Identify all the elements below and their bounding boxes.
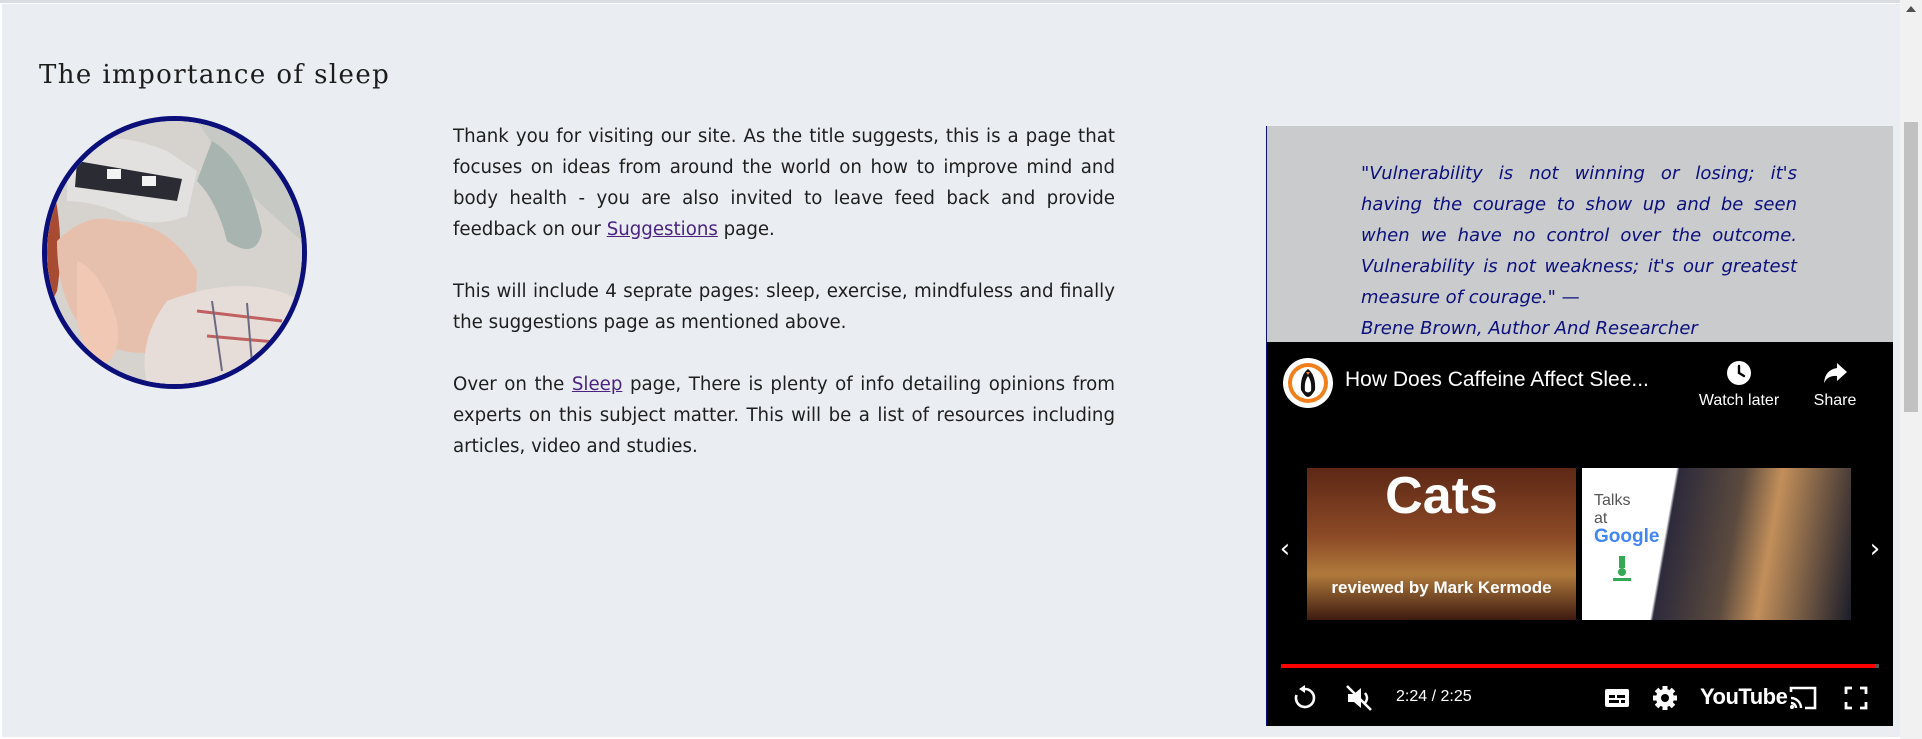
chevron-right-icon[interactable]: › [1863,534,1887,564]
scrollbar-thumb[interactable] [1904,122,1918,412]
sleep-avatar-image [42,116,307,389]
muted-speaker-icon[interactable] [1345,684,1375,712]
player-controls: 2:24 / 2:25 YouTube [1267,676,1893,720]
penguin-logo-icon[interactable] [1283,358,1333,408]
suggested-video-cats[interactable]: Cats reviewed by Mark Kermode [1307,468,1576,620]
page-title: The importance of sleep [39,60,391,90]
youtube-embed[interactable]: How Does Caffeine Affect Slee... Watch l… [1267,342,1893,726]
quote-video-panel: "Vulnerability is not winning or losing;… [1266,126,1893,726]
share-arrow-icon [1824,363,1847,383]
top-divider [0,0,1922,3]
cast-icon[interactable] [1787,684,1819,712]
intro-paragraph-3: Over on the Sleep page, There is plenty … [453,374,1115,457]
chevron-left-icon[interactable]: ‹ [1273,534,1297,564]
time-readout: 2:24 / 2:25 [1396,688,1472,705]
video-progress-bar[interactable] [1281,664,1879,668]
sleep-link[interactable]: Sleep [572,374,623,395]
share-button[interactable]: Share [1797,358,1873,410]
suggested-video-talks-at-google[interactable]: Talks at Google [1582,468,1851,620]
intro-paragraph-1: Thank you for visiting our site. As the … [453,126,1115,240]
video-title[interactable]: How Does Caffeine Affect Slee... [1345,368,1649,392]
youtube-logo[interactable]: YouTube [1700,684,1788,710]
microscope-icon [1613,556,1631,581]
intro-paragraph-2: This will include 4 seprate pages: sleep… [453,281,1115,333]
browser-viewport: The importance of sleep Thank you for vi… [0,0,1922,739]
sleeping-woman-illustration [47,121,302,384]
captions-icon[interactable] [1603,684,1631,712]
page-scrollbar[interactable] [1900,0,1922,739]
fullscreen-icon[interactable] [1842,684,1870,712]
thumb-cats-title: Cats [1385,468,1498,525]
scroll-up-arrow-icon[interactable] [1906,6,1916,12]
quote-text: "Vulnerability is not winning or losing;… [1361,163,1797,308]
page-content: The importance of sleep Thank you for vi… [2,4,1900,737]
watch-later-label: Watch later [1698,392,1780,409]
watch-later-button[interactable]: Watch later [1691,358,1787,410]
video-progress-fill [1281,664,1875,668]
replay-icon[interactable] [1291,684,1319,712]
gear-icon[interactable] [1651,684,1679,712]
talks-at-google-logo: Talks at Google [1594,492,1664,587]
quote-block: "Vulnerability is not winning or losing;… [1361,158,1797,344]
suggestions-link[interactable]: Suggestions [607,219,718,240]
quote-author: Brene Brown, Author And Researcher [1361,318,1698,339]
thumb-cats-subtitle: reviewed by Mark Kermode [1331,578,1552,597]
intro-text: Thank you for visiting our site. As the … [453,121,1115,493]
share-label: Share [1813,392,1857,409]
clock-icon [1727,361,1751,385]
